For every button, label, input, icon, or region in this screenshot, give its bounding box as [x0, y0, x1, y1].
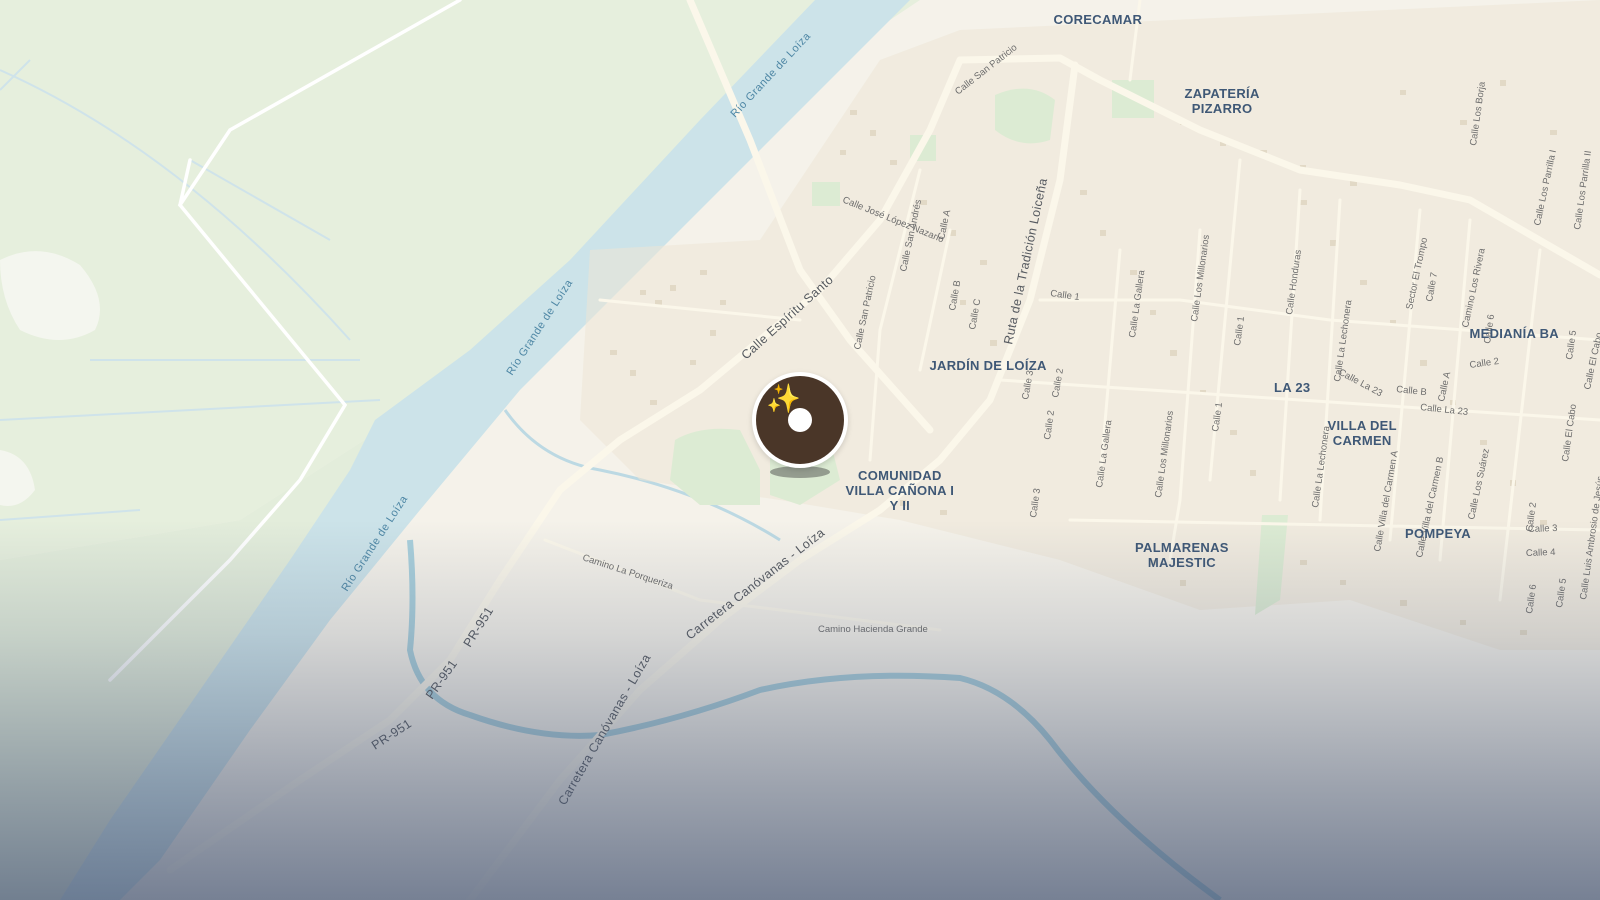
road-label: Camino Hacienda Grande — [818, 624, 928, 635]
road-label: Calle Los Borja — [1468, 80, 1488, 146]
road-label: Calle La Gallera — [1094, 419, 1114, 489]
road-label: Calle A — [1436, 370, 1453, 402]
neighborhood-label-jardin-de-loiza: JARDÍN DE LOÍZA — [929, 358, 1047, 373]
road-label: Calle La 23 — [1420, 402, 1469, 418]
road-label: Calle Espíritu Santo — [739, 273, 836, 363]
donut-icon: ✨ — [756, 376, 844, 464]
road-label: Calle C — [967, 298, 983, 331]
road-label: PR-951 — [423, 657, 460, 702]
road-label: Calle Villa del Carmen B — [1414, 456, 1446, 559]
river-label: Río Grande de Loíza — [728, 30, 813, 120]
road-label: Camino Los Rivera — [1460, 247, 1488, 329]
road-label: Calle 7 — [1424, 271, 1440, 302]
road-label: Calle La 23 — [1337, 367, 1385, 399]
map-canvas[interactable]: Río Grande de Loíza Río Grande de Loíza … — [0, 0, 1600, 900]
road-label: Calle 3 — [1020, 369, 1036, 400]
road-label: Calle El Cabo — [1560, 403, 1579, 462]
road-label: Calle Los Suárez — [1466, 447, 1492, 520]
road-label: Calle Los Parrilla II — [1572, 150, 1594, 230]
road-label: Calle Los Parrilla I — [1532, 149, 1559, 227]
road-label: Carretera Canóvanas - Loíza — [683, 525, 827, 642]
river-label: Río Grande de Loíza — [504, 277, 575, 377]
road-label: Calle B — [947, 279, 963, 311]
road-label: Calle 2 — [1050, 367, 1066, 398]
road-label: Calle 3 — [1028, 488, 1043, 519]
sparkle-icon: ✨ — [766, 382, 801, 415]
neighborhood-label-palmarenas-majestic: PALMARENAS MAJESTIC — [1135, 540, 1229, 570]
road-label: Calle A — [936, 208, 953, 240]
location-marker[interactable]: ✨ — [752, 372, 848, 468]
road-label: Carretera Canóvanas - Loíza — [555, 652, 653, 808]
road-label: Calle Los Millonarios — [1189, 234, 1212, 323]
road-label: Calle El Cabo — [1582, 332, 1600, 391]
road-label: Calle 5 — [1564, 330, 1579, 361]
road-label: Camino La Porqueriza — [581, 552, 675, 592]
road-label: Ruta de la Tradición Loiceña — [1001, 177, 1050, 346]
road-label: Calle B — [1396, 384, 1428, 398]
road-label: Calle José López Nazario — [841, 195, 946, 246]
road-label: Calle 5 — [1554, 578, 1569, 609]
road-label: Calle 1 — [1050, 288, 1081, 303]
neighborhood-label-mediania-baja: MEDIANÍA BA — [1469, 326, 1559, 341]
road-label: Calle San Patricio — [852, 274, 878, 350]
road-label: Calle San Patricio — [953, 42, 1019, 97]
road-label: PR-951 — [369, 716, 414, 752]
road-label: Calle 3 — [1528, 523, 1558, 535]
road-label: Calle 1 — [1210, 402, 1225, 433]
neighborhood-label-comunidad-villa-canona: COMUNIDAD VILLA CAÑONA IY II — [845, 468, 955, 513]
road-label: Calle 2 — [1042, 410, 1057, 441]
road-label: Calle 6 — [1524, 584, 1539, 615]
road-label: Calle 2 — [1469, 356, 1500, 371]
neighborhood-label-corecamar: CORECAMAR — [1053, 12, 1143, 27]
road-label: Calle Villa del Carmen A — [1372, 449, 1401, 552]
road-label: Calle Honduras — [1284, 249, 1304, 316]
neighborhood-label-la-23: LA 23 — [1274, 380, 1311, 395]
neighborhood-label-zapateria-pizarro: ZAPATERÍA PIZARRO — [1184, 86, 1260, 116]
road-label: PR-951 — [461, 604, 497, 649]
river-label: Río Grande de Loíza — [339, 493, 410, 593]
road-label: Calle 1 — [1232, 316, 1247, 347]
road-label: Calle Los Millonarios — [1153, 410, 1176, 499]
road-label: Calle 4 — [1526, 547, 1556, 559]
road-label: Calle Luis Ambrosio de Jesús — [1578, 475, 1600, 600]
neighborhood-label-villa-del-carmen: VILLA DEL CARMEN — [1327, 418, 1397, 448]
road-label: Calle La Gallera — [1127, 269, 1147, 339]
neighborhood-label-pompeya: POMPEYA — [1405, 526, 1471, 541]
